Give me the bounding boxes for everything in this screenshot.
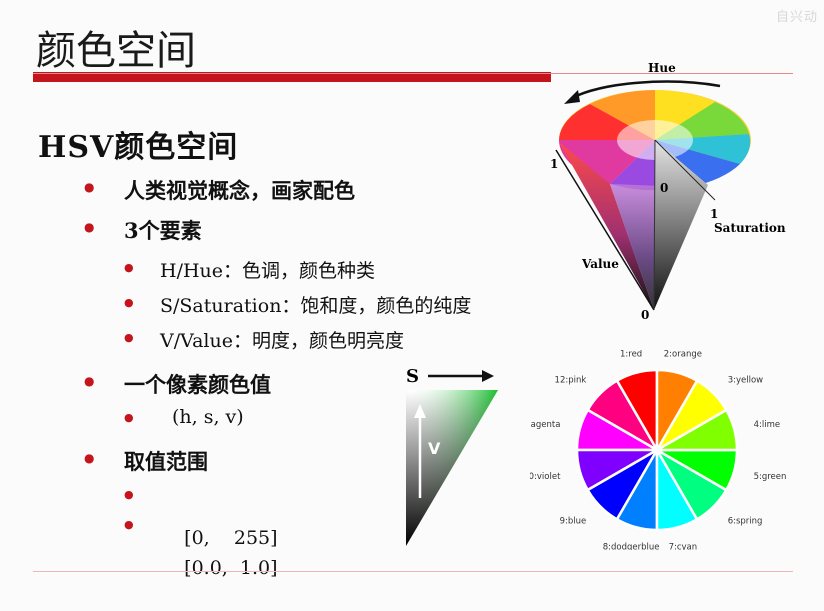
sub-bullet-item: ● (h, s, v) [124, 406, 244, 428]
slide-title: 颜色空间 [36, 28, 196, 74]
section-heading: HSV颜色空间 [38, 130, 239, 165]
bullet-text: 一个像素颜色值 [124, 372, 271, 397]
sub-bullet-item: ● V/Value：明度，颜色明亮度 [124, 326, 404, 353]
bullet-dot-icon: ● [124, 411, 134, 424]
color-wheel-label: 12:pink [555, 375, 587, 385]
watermark: 自兴动 [775, 10, 818, 25]
bullet-dot-icon: ● [124, 518, 134, 531]
saturation-max-label: 1 [710, 207, 718, 221]
sub-bullet-text: V/Value：明度，颜色明亮度 [160, 330, 404, 352]
hue-arrowhead-icon [564, 90, 580, 104]
color-wheel-label: 1:red [620, 350, 642, 359]
hue-label: Hue [648, 61, 676, 75]
bullet-text: 3个要素 [124, 218, 202, 243]
bullet-dot-icon: ● [84, 220, 95, 234]
saturation-label: Saturation [714, 221, 786, 235]
sub-bullet-text: S/Saturation：饱和度，颜色的纯度 [160, 295, 472, 317]
sub-bullet-item: ● S/Saturation：饱和度，颜色的纯度 [124, 291, 472, 318]
bullet-text: 人类视觉概念，画家配色 [124, 178, 355, 203]
bullet-dot-icon: ● [124, 296, 134, 309]
bullet-dot-icon: ● [84, 180, 95, 194]
sub-bullet-text: H/Hue：色调，颜色种类 [160, 260, 376, 282]
color-wheel-label: 7:cyan [669, 543, 698, 550]
sub-bullet-item: ● [0.0, 1.0] [124, 513, 278, 601]
hsv-cone-diagram: Hue 1 0 1 Saturation Value 0 [550, 61, 786, 320]
color-wheel-label: 6:spring [728, 517, 763, 527]
color-wheel-label: 11:magenta [530, 420, 560, 430]
bullet-dot-icon: ● [124, 331, 134, 344]
bullet-dot-icon: ● [124, 488, 134, 501]
bullet-text: 取值范围 [124, 449, 208, 474]
footer-divider [33, 571, 793, 572]
apex-zero-label: 0 [641, 308, 649, 320]
color-wheel-label: 2:orange [664, 350, 702, 359]
center-zero-label: 0 [660, 181, 668, 195]
value-max-label: 1 [550, 157, 558, 171]
bullet-dot-icon: ● [84, 451, 95, 465]
bullet-item: ● 3个要素 [84, 215, 202, 245]
color-wheel-label: 8:dodgerblue [603, 543, 660, 550]
s-arrowhead-icon [482, 370, 494, 382]
color-wheel-diagram: 1:red 12:pink 11:magenta 10:violet 9:blue 8:d… [530, 350, 787, 550]
bullet-item: ● 取值范围 [84, 446, 208, 476]
sv-triangle-diagram: S V [406, 366, 498, 546]
value-label: Value [581, 257, 619, 271]
bullet-dot-icon: ● [124, 261, 134, 274]
color-wheel-label: 3:yellow [728, 375, 763, 385]
color-wheel-label: 10:violet [530, 472, 561, 482]
bullet-item: ● 一个像素颜色值 [84, 369, 271, 399]
bullet-item: ● 人类视觉概念，画家配色 [84, 175, 355, 205]
color-wheel-label: 5:green [754, 472, 787, 482]
sub-bullet-text: (h, s, v) [172, 406, 244, 428]
color-wheel-label: 9:blue [560, 517, 587, 527]
sub-bullet-text: [0.0, 1.0] [184, 557, 278, 579]
color-wheel-label: 4:lime [754, 420, 781, 430]
bullet-dot-icon: ● [84, 374, 95, 388]
s-axis-label: S [406, 366, 419, 387]
sub-bullet-item: ● H/Hue：色调，颜色种类 [124, 256, 376, 283]
v-axis-label: V [428, 439, 441, 458]
